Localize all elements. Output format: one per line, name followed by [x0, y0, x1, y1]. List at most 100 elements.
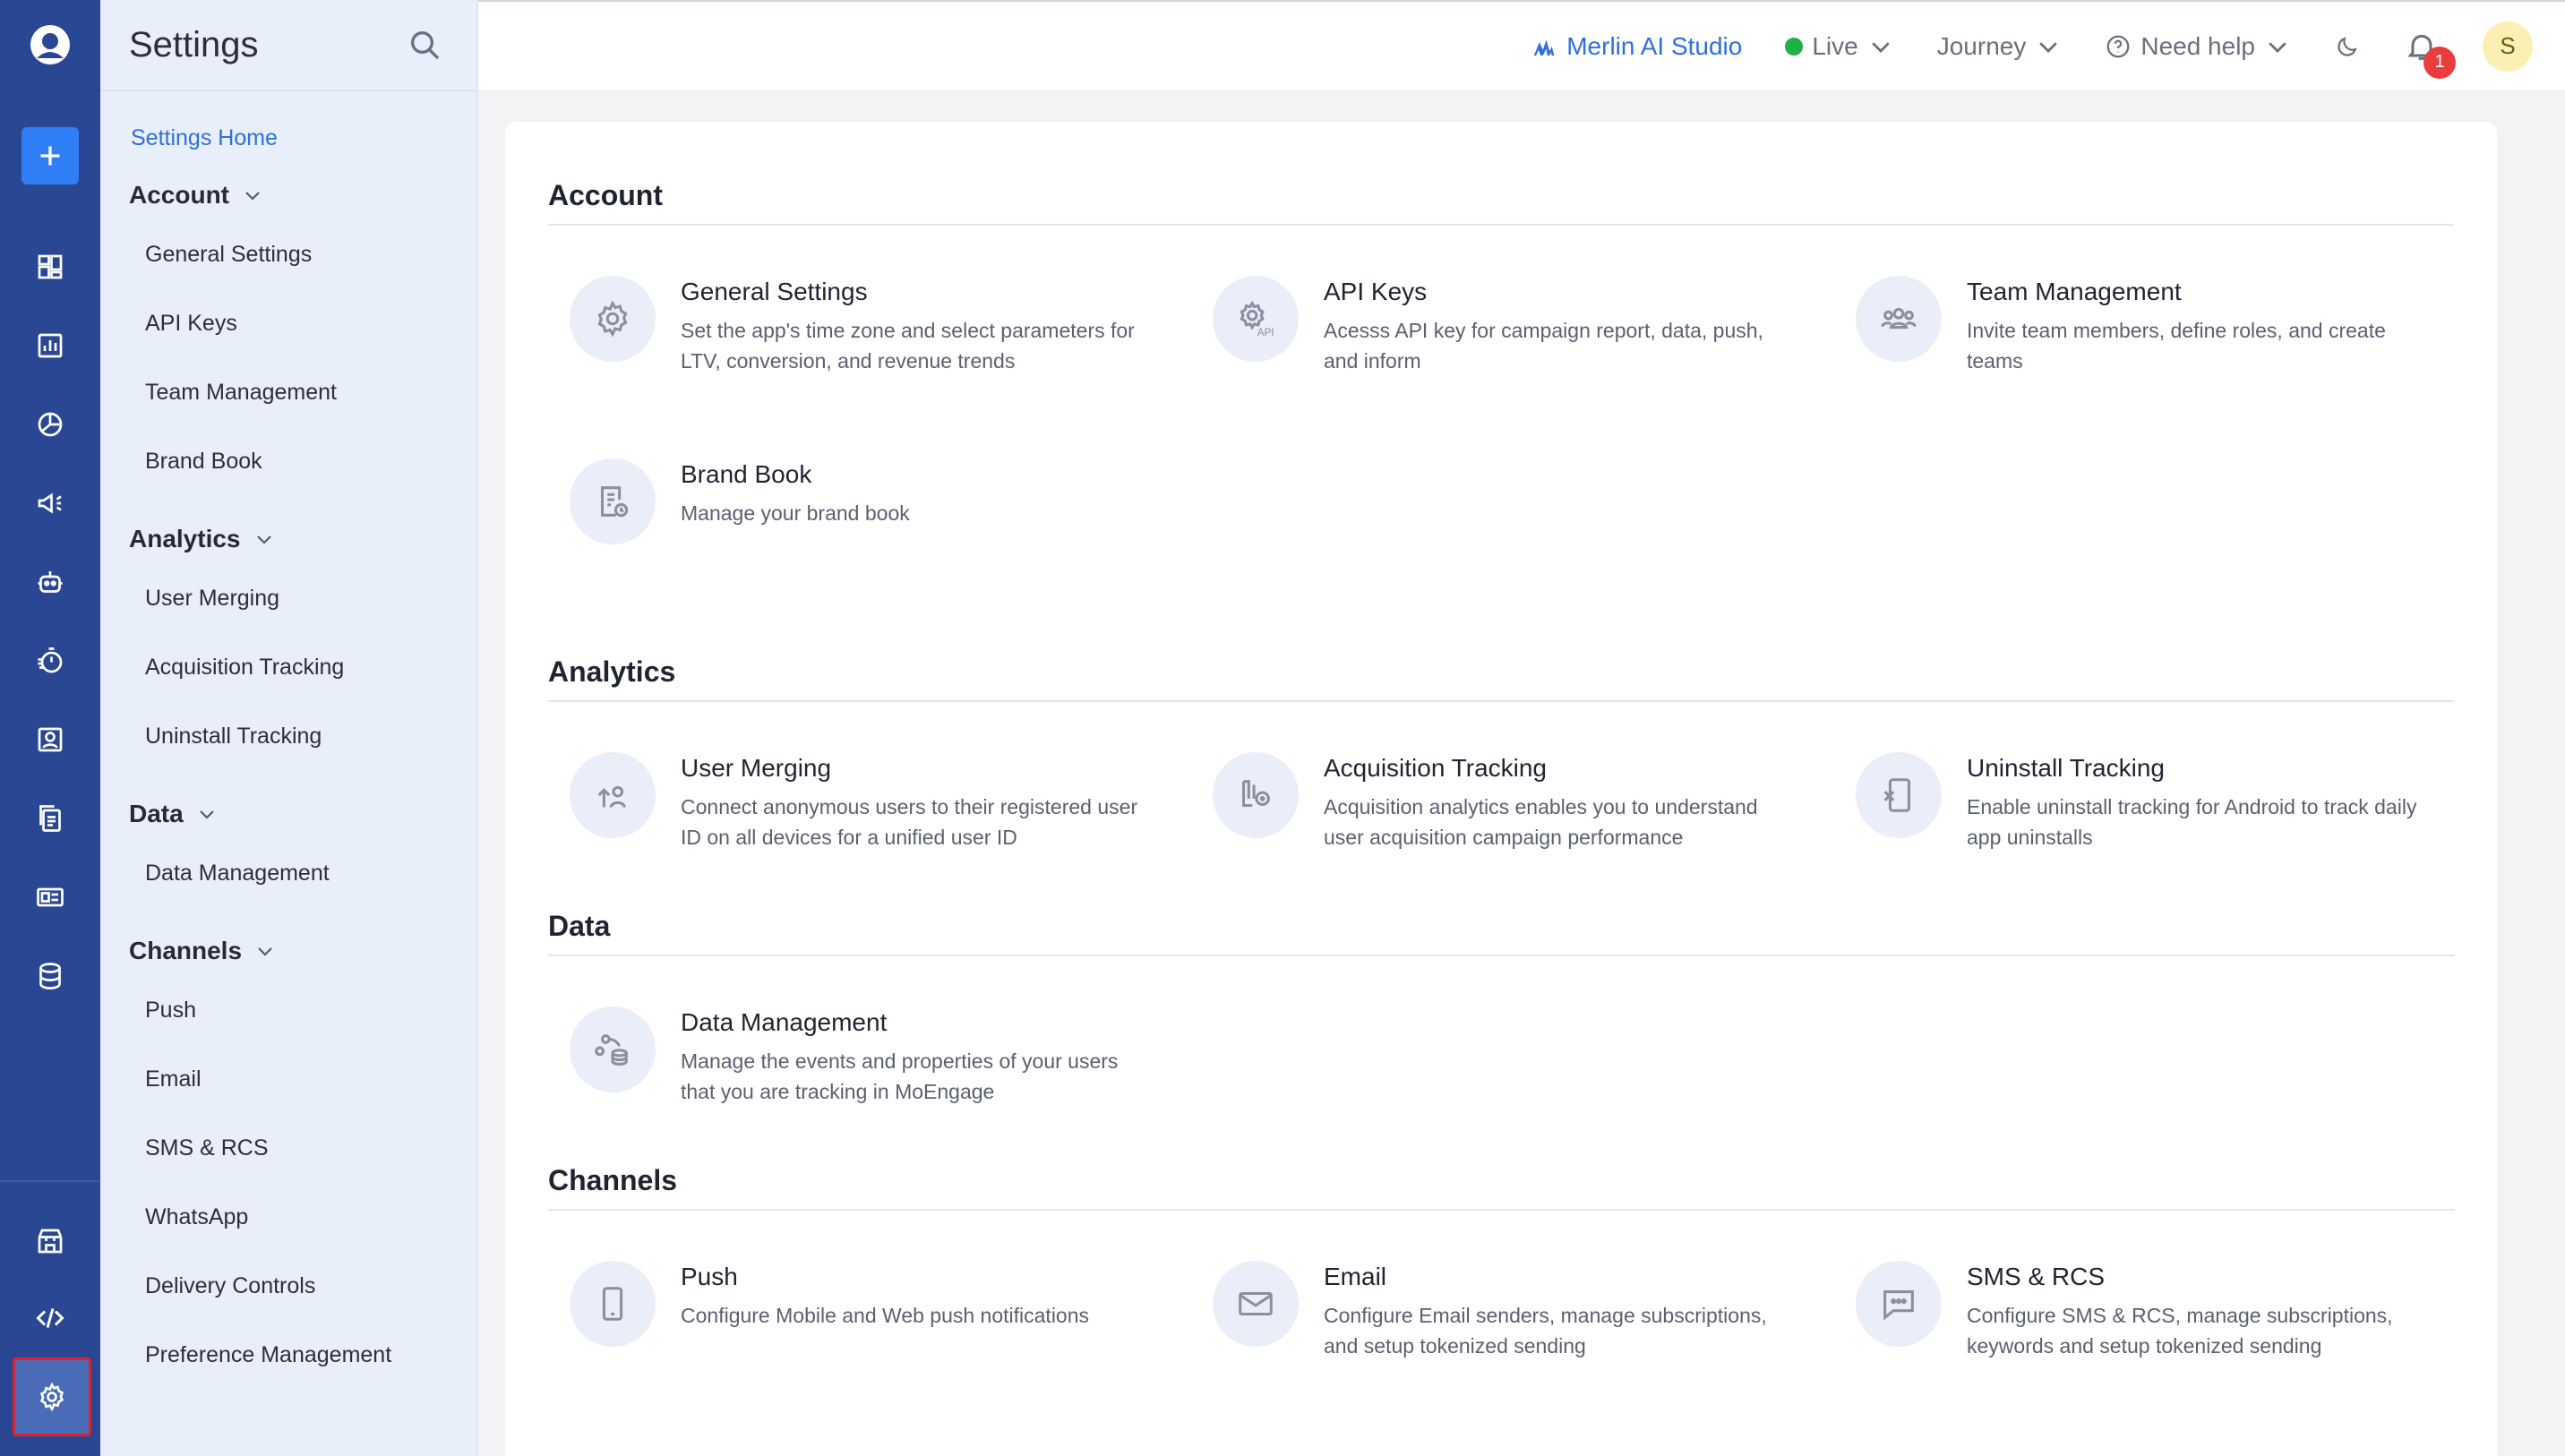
rail-database[interactable]: [21, 947, 79, 1005]
rail-developer[interactable]: [21, 1289, 79, 1347]
data-cards: Data Management Manage the events and pr…: [548, 956, 2454, 1139]
card-description: Acquisition analytics enables you to und…: [1324, 795, 1758, 849]
rail-campaigns[interactable]: [21, 475, 79, 532]
team-icon: [1856, 276, 1942, 362]
sidebar-item-user-merging[interactable]: User Merging: [100, 564, 476, 633]
sidebar-item-delivery-controls[interactable]: Delivery Controls: [100, 1252, 476, 1321]
help-dropdown[interactable]: Need help: [2105, 32, 2291, 61]
rail-divider: [0, 1180, 100, 1182]
chevron-down-icon: [1871, 41, 1890, 53]
sidebar-item-general-settings[interactable]: General Settings: [100, 220, 476, 289]
analytics-cards: User Merging Connect anonymous users to …: [548, 702, 2454, 885]
sidebar-item-settings-home[interactable]: Settings Home: [100, 91, 476, 170]
sidebar-group-data[interactable]: Data: [100, 789, 476, 839]
card-title: Push: [681, 1263, 738, 1290]
avatar[interactable]: S: [2483, 21, 2533, 72]
sidebar-group-analytics[interactable]: Analytics: [100, 514, 476, 564]
sidebar-item-api-keys[interactable]: API Keys: [100, 289, 476, 358]
help-icon: [2106, 35, 2130, 57]
rail-content[interactable]: [21, 790, 79, 847]
rail-catalog[interactable]: [21, 869, 79, 926]
environment-dropdown[interactable]: Live: [1785, 32, 1893, 61]
card-description: Configure Mobile and Web push notificati…: [681, 1304, 1090, 1327]
rail-bot[interactable]: [21, 553, 79, 611]
sidebar-item-data-management[interactable]: Data Management: [100, 839, 476, 908]
add-button[interactable]: [21, 127, 79, 184]
notifications-button[interactable]: 1: [2404, 29, 2456, 79]
card-title: Data Management: [681, 1008, 888, 1036]
settings-sidebar: Settings Settings Home Account General S…: [100, 0, 478, 1456]
rail-dashboard[interactable]: [21, 238, 79, 295]
card-data-management[interactable]: Data Management Manage the events and pr…: [548, 956, 1191, 1139]
journey-dropdown[interactable]: Journey: [1937, 32, 2063, 61]
sidebar-item-whatsapp[interactable]: WhatsApp: [100, 1183, 476, 1252]
rail-segments[interactable]: [21, 396, 79, 453]
card-description: Manage the events and properties of your…: [681, 1049, 1119, 1103]
environment-label: Live: [1812, 31, 1858, 60]
card-brand-book[interactable]: Brand Book Manage your brand book: [548, 408, 1191, 591]
sidebar-group-channels[interactable]: Channels: [100, 926, 476, 976]
theme-toggle[interactable]: [2334, 33, 2361, 60]
card-team-management[interactable]: Team Management Invite team members, def…: [1834, 226, 2477, 408]
chevron-down-icon: [245, 192, 260, 201]
sidebar-group-label: Channels: [129, 937, 243, 964]
card-title: User Merging: [681, 754, 832, 782]
chevron-down-icon: [256, 535, 271, 544]
sidebar-header: Settings: [100, 0, 476, 91]
card-title: Uninstall Tracking: [1967, 754, 2165, 782]
segment-icon: [38, 412, 63, 437]
section-title-data: Data: [548, 897, 2454, 956]
channels-cards: Push Configure Mobile and Web push notif…: [548, 1211, 2454, 1393]
settings-content: Account General Settings Set the app's t…: [505, 122, 2497, 1456]
sidebar-group-account[interactable]: Account: [100, 170, 476, 220]
store-icon: [38, 1229, 63, 1254]
card-description: Manage your brand book: [681, 501, 910, 525]
merlin-ai-studio-link[interactable]: Merlin AI Studio: [1531, 32, 1742, 61]
sidebar-item-email[interactable]: Email: [100, 1045, 476, 1114]
card-user-merging[interactable]: User Merging Connect anonymous users to …: [548, 702, 1191, 885]
chevron-down-icon: [199, 810, 214, 819]
card-description: Enable uninstall tracking for Android to…: [1967, 795, 2417, 849]
card-description: Configure Email senders, manage subscrip…: [1324, 1304, 1767, 1358]
card-api-keys[interactable]: API API Keys Acesss API key for campaign…: [1191, 226, 1834, 408]
card-general-settings[interactable]: General Settings Set the app's time zone…: [548, 226, 1191, 408]
sidebar-item-preference-management[interactable]: Preference Management: [100, 1321, 476, 1390]
chat-icon: [1856, 1261, 1942, 1347]
uninstall-icon: [1856, 752, 1942, 838]
sidebar-item-push[interactable]: Push: [100, 976, 476, 1045]
catalog-icon: [37, 887, 64, 907]
bot-icon: [38, 571, 63, 593]
chevron-down-icon: [2039, 41, 2058, 53]
add-icon: [40, 146, 60, 166]
mail-icon: [1213, 1261, 1299, 1347]
live-status-dot: [1785, 37, 1804, 56]
rail-settings[interactable]: [13, 1358, 91, 1436]
card-push[interactable]: Push Configure Mobile and Web push notif…: [548, 1211, 1191, 1393]
merlin-label: Merlin AI Studio: [1566, 31, 1743, 60]
sidebar-item-brand-book[interactable]: Brand Book: [100, 427, 476, 496]
rail-analytics[interactable]: [21, 317, 79, 374]
card-title: Email: [1324, 1263, 1387, 1290]
sidebar-group-label: Analytics: [129, 525, 241, 552]
timer-icon: [38, 647, 63, 673]
section-title-account: Account: [548, 167, 2454, 226]
sidebar-item-uninstall-tracking[interactable]: Uninstall Tracking: [100, 702, 476, 771]
rail-timer[interactable]: [21, 632, 79, 689]
card-title: SMS & RCS: [1967, 1263, 2106, 1290]
sidebar-item-sms-rcs[interactable]: SMS & RCS: [100, 1114, 476, 1183]
logo-icon[interactable]: [25, 20, 75, 70]
card-acquisition-tracking[interactable]: Acquisition Tracking Acquisition analyti…: [1191, 702, 1834, 885]
search-icon[interactable]: [407, 27, 442, 63]
sidebar-item-team-management[interactable]: Team Management: [100, 358, 476, 427]
rail-users[interactable]: [21, 711, 79, 768]
rail-store[interactable]: [21, 1212, 79, 1270]
card-email[interactable]: Email Configure Email senders, manage su…: [1191, 1211, 1834, 1393]
sidebar-item-acquisition-tracking[interactable]: Acquisition Tracking: [100, 633, 476, 702]
card-uninstall-tracking[interactable]: Uninstall Tracking Enable uninstall trac…: [1834, 702, 2477, 885]
section-title-channels: Channels: [548, 1152, 2454, 1211]
account-cards: General Settings Set the app's time zone…: [548, 226, 2454, 591]
card-sms-rcs[interactable]: SMS & RCS Configure SMS & RCS, manage su…: [1834, 1211, 2477, 1393]
